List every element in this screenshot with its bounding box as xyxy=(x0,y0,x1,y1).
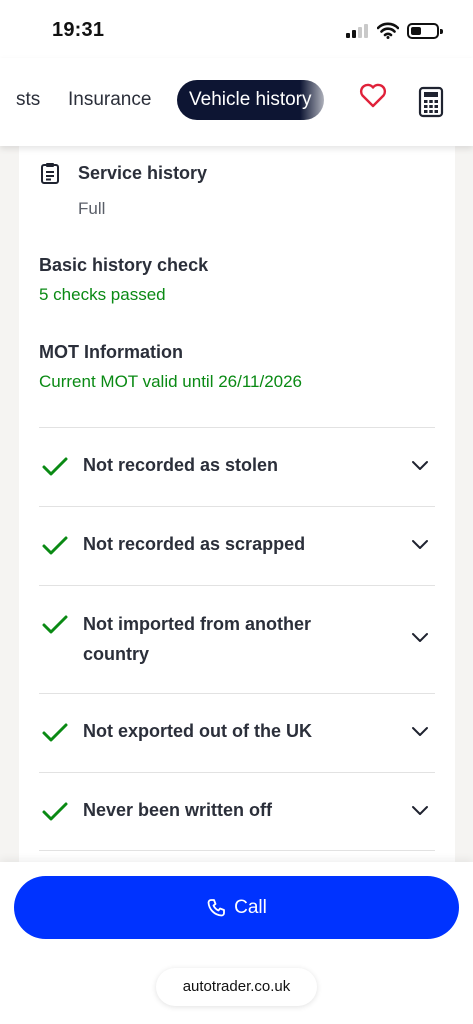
check-text: Not recorded as scrapped xyxy=(83,534,306,554)
mot-information-label: MOT Information xyxy=(39,342,183,362)
chevron-down-icon[interactable] xyxy=(411,539,429,551)
battery-icon xyxy=(407,23,443,39)
call-button-label: Call xyxy=(234,896,267,918)
check-text: Not imported from another country xyxy=(83,614,311,664)
check-text: Not recorded as stolen xyxy=(83,455,279,475)
check-text: Never been written off xyxy=(83,800,273,820)
history-checks-list: Not recorded as stolen Not recorded as s… xyxy=(39,427,435,851)
phone-icon xyxy=(207,898,226,916)
cellular-signal-icon xyxy=(346,24,368,38)
vehicle-history-card: Service history Full Basic history check… xyxy=(19,140,455,900)
check-not-scrapped[interactable]: Not recorded as scrapped xyxy=(39,506,435,585)
check-never-written-off[interactable]: Never been written off xyxy=(39,772,435,851)
check-icon xyxy=(42,536,68,555)
bottom-action-bar: Call autotrader.co.uk xyxy=(0,862,473,1024)
tab-costs[interactable]: sts xyxy=(16,89,40,111)
clipboard-icon xyxy=(41,163,59,184)
check-not-exported[interactable]: Not exported out of the UK xyxy=(39,693,435,772)
chevron-down-icon[interactable] xyxy=(411,726,429,738)
check-icon xyxy=(42,615,68,634)
chevron-down-icon[interactable] xyxy=(411,805,429,817)
browser-url-bar[interactable]: autotrader.co.uk xyxy=(156,968,317,1006)
basic-history-check-value: 5 checks passed xyxy=(39,285,166,304)
service-history-label: Service history xyxy=(78,163,208,183)
check-text: Not exported out of the UK xyxy=(83,721,312,741)
calculator-icon[interactable] xyxy=(418,86,444,118)
wifi-icon xyxy=(377,22,399,39)
chevron-down-icon[interactable] xyxy=(411,632,429,644)
section-tab-bar: sts Insurance Vehicle history xyxy=(0,58,473,146)
call-button[interactable]: Call xyxy=(14,876,459,939)
check-not-imported[interactable]: Not imported from another country xyxy=(39,585,435,693)
service-history-value: Full xyxy=(78,199,106,218)
check-not-stolen[interactable]: Not recorded as stolen xyxy=(39,427,435,506)
check-icon xyxy=(42,723,68,742)
tab-insurance[interactable]: Insurance xyxy=(68,89,151,111)
tab-fade-overlay xyxy=(300,78,336,124)
check-icon xyxy=(42,802,68,821)
status-time: 19:31 xyxy=(52,19,105,41)
heart-icon[interactable] xyxy=(358,80,388,110)
chevron-down-icon[interactable] xyxy=(411,460,429,472)
basic-history-check-label: Basic history check xyxy=(39,255,209,275)
mot-information-value: Current MOT valid until 26/11/2026 xyxy=(39,372,303,391)
check-icon xyxy=(42,457,68,476)
status-bar: 19:31 xyxy=(0,0,473,58)
